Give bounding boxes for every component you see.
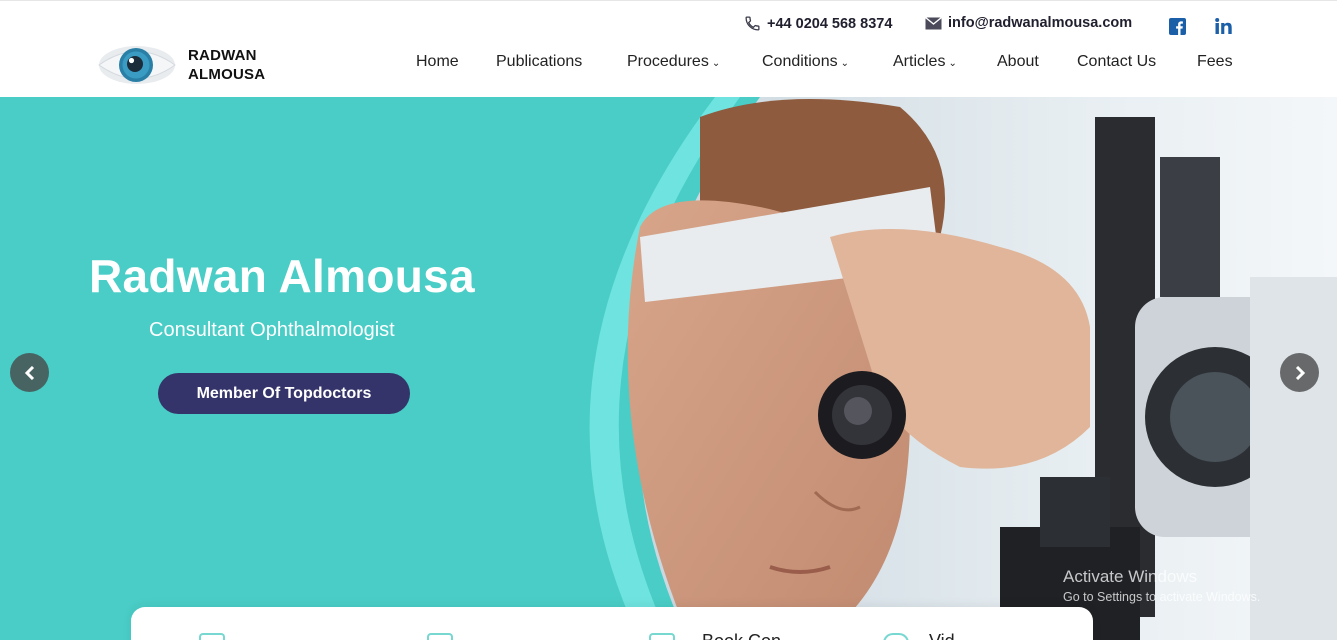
chevron-down-icon: ⌄ [948, 58, 957, 69]
main-navigation: Home Publications Procedures ⌄ Conditions… [0, 53, 1337, 77]
chevron-left-icon [24, 365, 34, 380]
service-icon [199, 633, 225, 640]
hero-photo-eye-exam [589, 97, 1337, 640]
services-card: Book Con Vid [131, 607, 1093, 640]
chevron-right-icon [1295, 365, 1305, 380]
hero-title: Radwan Almousa [89, 250, 475, 302]
phone-icon [745, 16, 760, 31]
facebook-icon [1168, 17, 1186, 35]
nav-about-label: About [997, 53, 1039, 70]
hero-subtitle: Consultant Ophthalmologist [149, 319, 395, 341]
calendar-icon [649, 633, 675, 640]
hero-slider: Radwan Almousa Consultant Ophthalmologis… [0, 97, 1337, 640]
envelope-icon [925, 16, 942, 29]
service-icon [427, 633, 453, 640]
nav-procedures[interactable]: Procedures ⌄ [627, 53, 720, 71]
linkedin-link[interactable] [1214, 17, 1232, 35]
slider-next-button[interactable] [1280, 353, 1319, 392]
email-contact[interactable]: info@radwanalmousa.com [925, 15, 1132, 31]
nav-home[interactable]: Home [416, 53, 459, 71]
nav-publications[interactable]: Publications [496, 53, 582, 71]
top-contact-bar: +44 0204 568 8374 info@radwanalmousa.com [0, 15, 1337, 37]
nav-articles[interactable]: Articles ⌄ [893, 53, 957, 71]
watermark-title: Activate Windows [1063, 567, 1198, 586]
chevron-down-icon: ⌄ [840, 58, 849, 69]
email-address: info@radwanalmousa.com [948, 15, 1133, 31]
chevron-down-icon: ⌄ [711, 58, 721, 69]
member-of-topdoctors-button[interactable]: Member Of Topdoctors [158, 373, 410, 414]
facebook-link[interactable] [1168, 17, 1186, 35]
nav-home-label: Home [416, 53, 459, 70]
site-header: +44 0204 568 8374 info@radwanalmousa.com… [0, 0, 1337, 97]
phone-number: +44 0204 568 8374 [767, 15, 893, 32]
nav-contact-us-label: Contact Us [1077, 53, 1157, 70]
nav-fees-label: Fees [1197, 53, 1233, 70]
nav-procedures-label: Procedures [627, 53, 709, 70]
nav-articles-label: Articles [893, 53, 946, 70]
nav-publications-label: Publications [496, 53, 583, 70]
phone-contact[interactable]: +44 0204 568 8374 [744, 15, 892, 32]
nav-contact-us[interactable]: Contact Us [1077, 53, 1156, 71]
nav-fees[interactable]: Fees [1197, 53, 1233, 71]
activate-windows-watermark: Activate Windows Go to Settings to activ… [1063, 567, 1260, 604]
nav-conditions[interactable]: Conditions ⌄ [762, 53, 849, 71]
linkedin-icon [1214, 18, 1232, 34]
slider-prev-button[interactable] [10, 353, 49, 392]
book-consultation-label[interactable]: Book Con [702, 631, 781, 640]
nav-conditions-label: Conditions [762, 53, 838, 70]
video-consultation-label[interactable]: Vid [929, 631, 955, 640]
video-icon [883, 633, 909, 640]
watermark-subtitle: Go to Settings to activate Windows. [1063, 590, 1261, 604]
nav-about[interactable]: About [997, 53, 1039, 71]
